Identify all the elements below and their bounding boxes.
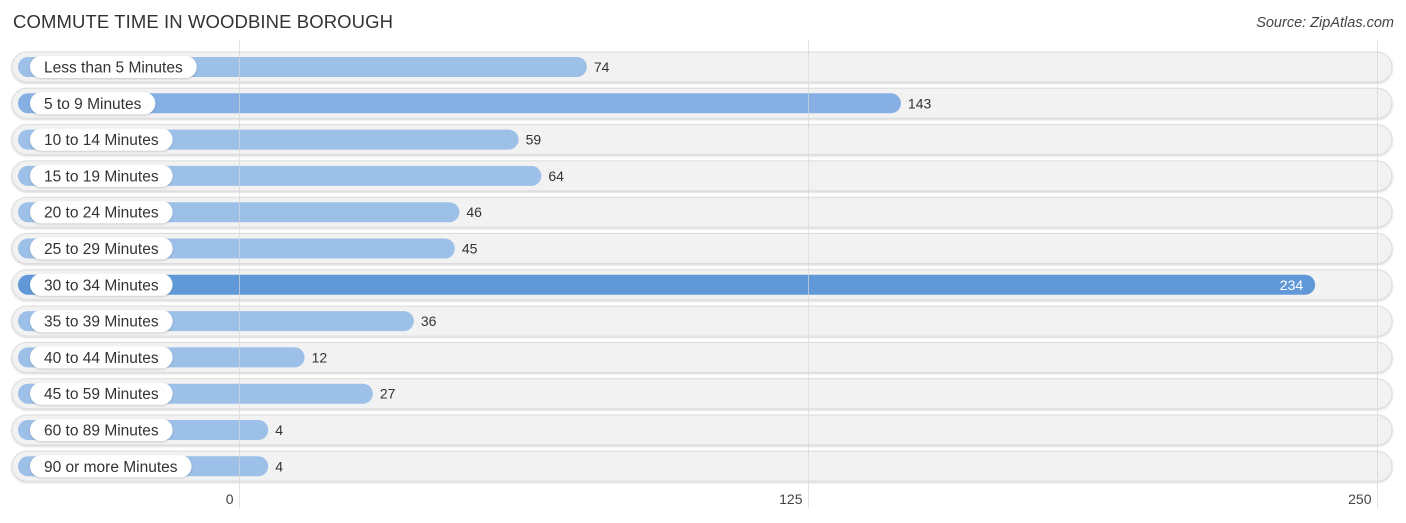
value-label: 64 [548,168,564,184]
value-label: 143 [908,95,932,111]
category-label: 25 to 29 Minutes [44,241,159,258]
value-label: 74 [594,59,610,75]
bar-row: 30 to 34 Minutes 234 [11,269,1393,301]
category-label: 45 to 59 Minutes [44,386,159,403]
category-label: 40 to 44 Minutes [44,350,159,367]
bar-row: 90 or more Minutes 4 [11,450,1393,482]
category-label: 30 to 34 Minutes [44,277,159,294]
category-label: 35 to 39 Minutes [44,314,159,331]
value-label: 234 [1280,277,1304,293]
category-label: 5 to 9 Minutes [44,96,142,113]
bar-row: 40 to 44 Minutes 12 [11,341,1393,373]
x-tick-label: 125 [779,491,803,507]
bar-row: 10 to 14 Minutes 59 [11,124,1393,156]
category-label: 20 to 24 Minutes [44,205,159,222]
bar-row: 25 to 29 Minutes 45 [11,233,1393,264]
value-label: 27 [380,386,396,402]
value-label: 4 [275,422,283,438]
category-label: 60 to 89 Minutes [44,423,159,440]
value-label: 36 [421,313,437,329]
bar-row: 35 to 39 Minutes 36 [11,305,1393,337]
bar-row: 45 to 59 Minutes 27 [11,378,1393,410]
bar-row: 15 to 19 Minutes 64 [11,160,1393,192]
tick-layer: 0 125 250 [226,491,1372,507]
bar-row: Less than 5 Minutes 74 [11,51,1393,83]
rows-layer: Less than 5 Minutes 74 5 to 9 Minutes 143 10… [11,51,1393,482]
bar-row: 5 to 9 Minutes 143 [11,87,1393,119]
bar [18,274,1316,295]
value-label: 45 [462,241,478,257]
value-label: 46 [466,204,482,220]
bar-chart: Less than 5 Minutes 74 5 to 9 Minutes 143 10… [11,40,1393,508]
bar-row: 60 to 89 Minutes 4 [11,414,1393,446]
category-label: 15 to 19 Minutes [44,168,159,185]
bar-row: 20 to 24 Minutes 46 [11,196,1393,228]
category-label: Less than 5 Minutes [44,60,183,77]
category-label: 10 to 14 Minutes [44,132,159,149]
value-label: 12 [312,349,328,365]
x-tick-label: 250 [1348,491,1372,507]
value-label: 59 [526,132,542,148]
x-tick-label: 0 [226,491,234,507]
value-label: 4 [275,458,283,474]
category-label: 90 or more Minutes [44,459,178,476]
